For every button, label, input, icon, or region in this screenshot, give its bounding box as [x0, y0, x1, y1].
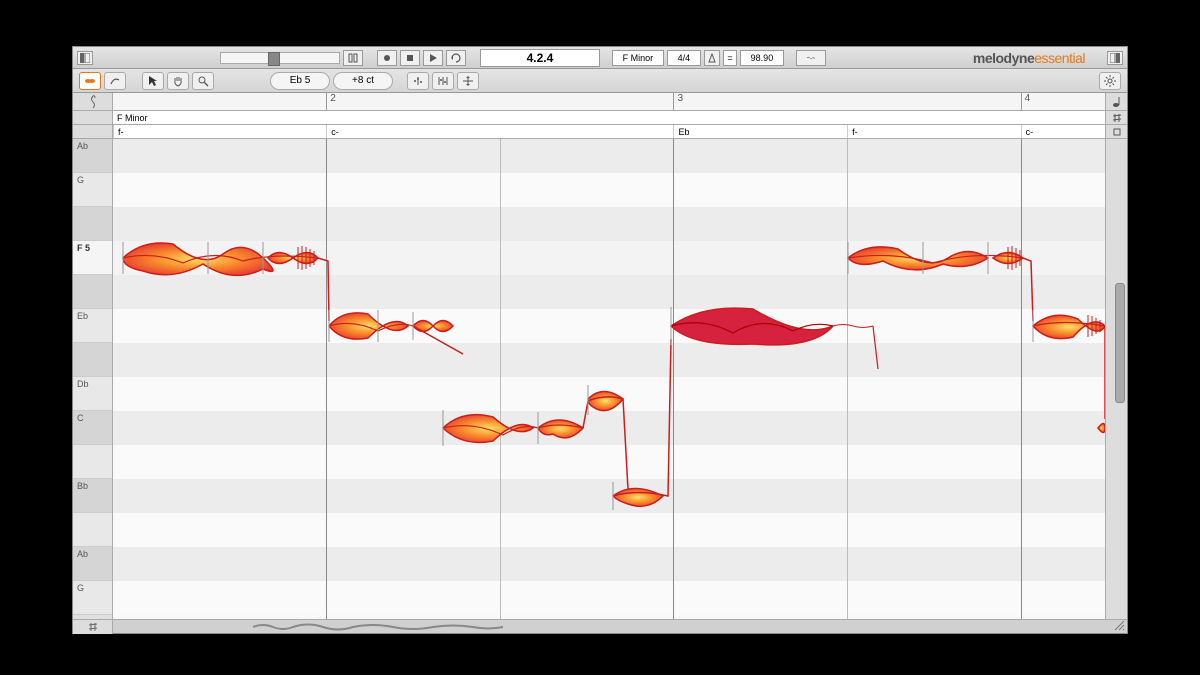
resize-corner-icon[interactable]	[1113, 619, 1125, 631]
note-blob[interactable]	[1033, 310, 1105, 342]
zoom-slider[interactable]	[220, 52, 340, 64]
overview-waveform[interactable]	[253, 622, 503, 632]
pitch-label[interactable]	[73, 513, 112, 547]
pitch-label[interactable]: G	[73, 173, 112, 207]
overview-strip[interactable]	[73, 619, 1127, 633]
pitch-label[interactable]	[73, 343, 112, 377]
tempo-display[interactable]: 98.90	[740, 50, 784, 66]
pitch-label[interactable]	[73, 207, 112, 241]
hand-tool[interactable]	[167, 72, 189, 90]
note-blob[interactable]	[583, 385, 628, 489]
pitch-label[interactable]	[73, 445, 112, 479]
settings-icon[interactable]	[1099, 72, 1121, 90]
key-strip[interactable]: F Minor	[113, 111, 1105, 124]
overview-gutter	[73, 620, 113, 634]
note-blob[interactable]	[613, 339, 671, 510]
chord-segment[interactable]: f-	[113, 125, 124, 138]
pitch-label[interactable]: Ab	[73, 547, 112, 581]
chord-segment[interactable]: c-	[326, 125, 339, 138]
editor-grid[interactable]	[113, 139, 1105, 619]
chord-segment[interactable]: f-	[847, 125, 858, 138]
main-tool[interactable]	[79, 72, 101, 90]
pitch-label[interactable]: Ab	[73, 139, 112, 173]
clef-icon	[73, 93, 113, 110]
chord-segment[interactable]: Eb	[673, 125, 689, 138]
note-blob[interactable]	[123, 242, 318, 275]
key-row: F Minor	[73, 111, 1127, 125]
pitch-label[interactable]: Eb	[73, 309, 112, 343]
time-ruler[interactable]: 2 3 4	[113, 93, 1105, 110]
panel-toggle-left[interactable]	[77, 51, 93, 65]
note-blob[interactable]	[671, 307, 878, 369]
cycle-button[interactable]	[446, 50, 466, 66]
note-value-icon[interactable]	[1105, 93, 1127, 110]
chord-icon[interactable]	[1105, 125, 1127, 138]
metronome-icon[interactable]	[704, 50, 720, 66]
pitch-label[interactable]	[73, 275, 112, 309]
app-window: 4.2.4 F Minor 4/4 = 98.90 melodyneessent…	[72, 46, 1128, 634]
record-button[interactable]	[377, 50, 397, 66]
correct-pitch-macro[interactable]	[407, 72, 429, 90]
tempo-equals: =	[723, 50, 737, 66]
autoscroll-button[interactable]	[343, 50, 363, 66]
zoom-tool[interactable]	[192, 72, 214, 90]
position-display[interactable]: 4.2.4	[480, 49, 600, 67]
chord-segment[interactable]: c-	[1021, 125, 1034, 138]
quantize-time-macro[interactable]	[432, 72, 454, 90]
top-bar: 4.2.4 F Minor 4/4 = 98.90 melodyneessent…	[73, 47, 1127, 69]
play-button[interactable]	[423, 50, 443, 66]
tool-bar: Eb 5 +8 ct	[73, 69, 1127, 93]
note-blob[interactable]	[329, 310, 413, 342]
chord-row: f-c- Eb f-c-	[73, 125, 1127, 139]
note-blob[interactable]	[413, 312, 463, 354]
panel-toggle-right[interactable]	[1107, 51, 1123, 65]
cents-readout[interactable]: +8 ct	[333, 72, 393, 90]
note-blob[interactable]	[538, 412, 583, 444]
time-ruler-row: 2 3 4	[73, 93, 1127, 111]
pitch-label[interactable]: Bb	[73, 479, 112, 513]
timesig-display[interactable]: 4/4	[667, 50, 701, 66]
pitch-label[interactable]: Db	[73, 377, 112, 411]
pitch-label[interactable]: G	[73, 581, 112, 615]
note-blob[interactable]	[443, 410, 538, 446]
key-gutter	[73, 111, 113, 124]
pitch-label[interactable]: F 5	[73, 241, 112, 275]
pitch-tool[interactable]	[104, 72, 126, 90]
key-display[interactable]: F Minor	[612, 50, 664, 66]
note-blob[interactable]	[1098, 424, 1105, 433]
note-editor: AbGF 5EbDbCBbAbG	[73, 139, 1127, 619]
chord-gutter	[73, 125, 113, 138]
pitch-readout[interactable]: Eb 5	[270, 72, 330, 90]
chord-strip[interactable]: f-c- Eb f-c-	[113, 125, 1105, 138]
pitch-label[interactable]: C	[73, 411, 112, 445]
right-gutter	[1105, 139, 1127, 619]
sharp-icon[interactable]	[1105, 111, 1127, 124]
arrow-tool[interactable]	[142, 72, 164, 90]
brand-logo: melodyneessential	[973, 50, 1085, 66]
quantize-button[interactable]	[796, 50, 826, 66]
stop-button[interactable]	[400, 50, 420, 66]
leveling-macro[interactable]	[457, 72, 479, 90]
note-blobs-layer[interactable]	[113, 139, 1105, 619]
vertical-scrollbar[interactable]	[1115, 283, 1125, 403]
note-blob[interactable]	[848, 242, 1023, 274]
pitch-ruler[interactable]: AbGF 5EbDbCBbAbG	[73, 139, 113, 619]
